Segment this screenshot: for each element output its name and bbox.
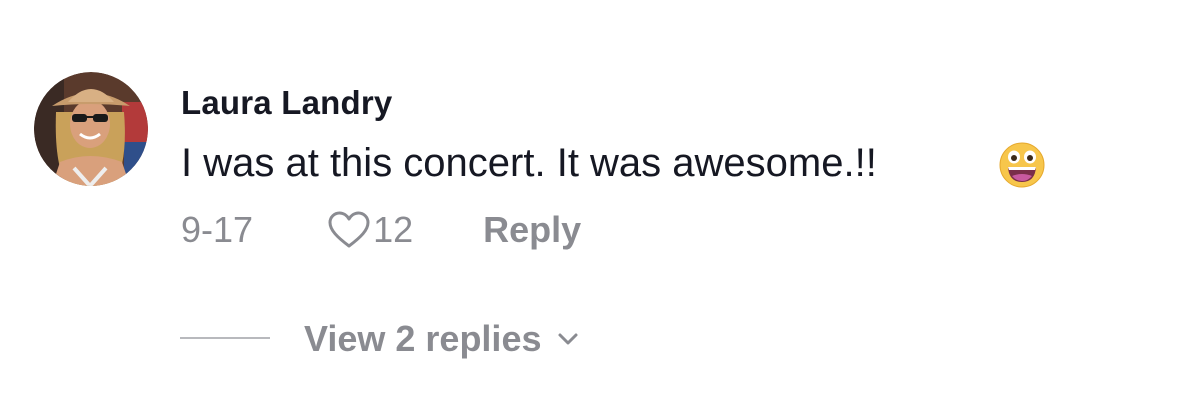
reply-button[interactable]: Reply [483,209,581,251]
avatar[interactable] [34,72,148,186]
comment-meta: 9-17 12 Reply [181,208,581,252]
chevron-down-icon [558,333,578,345]
grinning-face-emoji-icon [999,142,1045,188]
comment-date: 9-17 [181,209,254,250]
comment-username[interactable]: Laura Landry [181,84,392,122]
comment-item: Laura Landry I was at this concert. It w… [0,0,1200,408]
comment-text: I was at this concert. It was awesome.!! [181,141,877,185]
heart-outline-icon [328,211,370,248]
like-button[interactable]: 12 [327,209,413,251]
view-replies-label: View 2 replies [304,318,542,359]
replies-divider [180,337,270,339]
like-count: 12 [373,209,414,250]
view-replies-button[interactable]: View 2 replies [304,318,579,360]
